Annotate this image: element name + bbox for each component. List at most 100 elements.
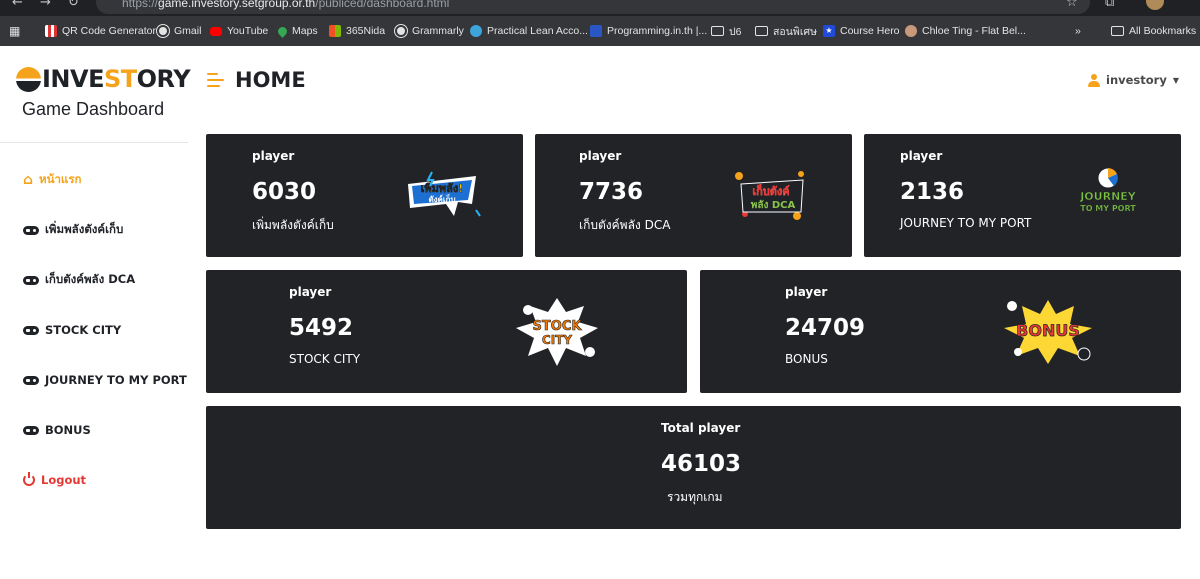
nida-icon	[329, 25, 341, 37]
total-count: 46103	[661, 451, 742, 477]
total-caption: รวมทุกเกม	[667, 490, 723, 504]
stat-card-journey: player 2136 JOURNEY TO MY PORT JOURNEY T…	[864, 134, 1181, 257]
stat-card-game2: player 7736 เก็บตังค์พลัง DCA เก็บตังค์ …	[535, 134, 852, 257]
gamepad-icon	[23, 375, 39, 385]
youtube-icon	[210, 26, 222, 36]
lean-icon	[470, 25, 482, 37]
card-game-name: BONUS	[785, 352, 828, 366]
apps-icon[interactable]: ▦	[9, 16, 20, 46]
reload-icon[interactable]: ↻	[68, 0, 79, 10]
card-game-name: เก็บตังค์พลัง DCA	[579, 218, 671, 232]
page-title: HOME	[235, 68, 306, 92]
home-icon: ⌂	[23, 172, 34, 188]
svg-text:TO MY PORT: TO MY PORT	[1080, 204, 1136, 213]
total-label: Total player	[661, 421, 741, 435]
programming-icon	[590, 25, 602, 37]
folder-icon	[711, 26, 724, 36]
card-count: 5492	[289, 315, 354, 341]
bookmark-gmail[interactable]: Gmail	[157, 16, 201, 46]
card-label: player	[579, 149, 622, 163]
globe-icon	[395, 25, 407, 37]
power-icon	[23, 472, 35, 486]
svg-text:JOURNEY: JOURNEY	[1079, 190, 1137, 203]
card-label: player	[252, 149, 295, 163]
stat-card-game1: player 6030 เพิ่มพลังตังค์เก็บ เพิ่มพลัง…	[206, 134, 523, 257]
logo-mark-icon	[16, 67, 41, 92]
bookmark-course-hero[interactable]: ★ Course Hero	[823, 16, 900, 46]
sidebar-item-game2[interactable]: เก็บตังค์พลัง DCA	[23, 270, 135, 290]
bookmark-maps[interactable]: Maps	[276, 16, 318, 46]
profile-avatar[interactable]	[1146, 0, 1164, 10]
gamepad-icon	[23, 325, 39, 335]
address-url[interactable]: https://game.investory.setgroup.or.th/pu…	[122, 0, 449, 10]
sidebar-item-home[interactable]: ⌂ หน้าแรก	[23, 170, 81, 190]
game-badge-icon: เก็บตังค์ พลัง DCA	[731, 166, 811, 226]
total-player-card: Total player 46103 รวมทุกเกม	[206, 406, 1181, 529]
browser-toolbar: ← → ↻ https://game.investory.setgroup.or…	[0, 0, 1200, 16]
svg-text:CITY: CITY	[542, 333, 572, 347]
bookmarks-overflow-icon[interactable]: »	[1075, 16, 1081, 46]
menu-toggle-icon[interactable]	[207, 73, 224, 88]
sidebar-item-game1[interactable]: เพิ่มพลังตังค์เก็บ	[23, 220, 123, 240]
card-label: player	[900, 149, 943, 163]
maps-icon	[276, 24, 289, 38]
sidebar-divider	[0, 142, 188, 143]
bookmark-chloe-ting[interactable]: Chloe Ting - Flat Bel...	[905, 16, 1026, 46]
bookmark-programming[interactable]: Programming.in.th |...	[590, 16, 707, 46]
svg-text:STOCK: STOCK	[533, 319, 583, 334]
bookmark-star-icon[interactable]: ☆	[1066, 0, 1078, 10]
card-game-name: JOURNEY TO MY PORT	[900, 216, 1032, 230]
all-bookmarks-button[interactable]: All Bookmarks	[1111, 16, 1196, 46]
gamepad-icon	[23, 425, 39, 435]
gamepad-icon	[23, 225, 39, 235]
card-count: 2136	[900, 179, 965, 205]
sidebar: INVESTORY Game Dashboard ⌂ หน้าแรก เพิ่ม…	[0, 46, 191, 579]
game-badge-icon: JOURNEY TO MY PORT	[1068, 166, 1148, 222]
user-icon	[1088, 73, 1100, 87]
username: investory	[1106, 73, 1167, 87]
stat-card-bonus: player 24709 BONUS BONUS	[700, 270, 1181, 393]
sidebar-item-bonus[interactable]: BONUS	[23, 420, 91, 440]
bookmark-practical-lean[interactable]: Practical Lean Acco...	[470, 16, 588, 46]
svg-text:BONUS: BONUS	[1016, 321, 1080, 340]
card-game-name: เพิ่มพลังตังค์เก็บ	[252, 218, 334, 232]
card-count: 6030	[252, 179, 317, 205]
svg-text:เพิ่มพลัง!: เพิ่มพลัง!	[421, 180, 464, 195]
bookmark-qr-code-generator[interactable]: QR Code Generator	[45, 16, 156, 46]
globe-icon	[157, 25, 169, 37]
card-label: player	[785, 285, 828, 299]
svg-text:พลัง DCA: พลัง DCA	[751, 199, 796, 211]
gamepad-icon	[23, 275, 39, 285]
card-game-name: STOCK CITY	[289, 352, 361, 366]
forward-icon[interactable]: →	[40, 0, 51, 10]
qr-icon	[45, 25, 57, 37]
svg-text:เก็บตังค์: เก็บตังค์	[752, 184, 789, 198]
user-menu[interactable]: investory ▼	[1088, 73, 1179, 87]
svg-text:ตังค์เก็บ: ตังค์เก็บ	[428, 193, 455, 204]
chloe-icon	[905, 25, 917, 37]
course-hero-icon: ★	[823, 25, 835, 37]
sidebar-item-journey[interactable]: JOURNEY TO MY PORT	[23, 370, 187, 390]
investory-logo[interactable]: INVESTORY	[16, 67, 191, 92]
bookmark-folder-tutoring[interactable]: สอนพิเศษ	[755, 16, 817, 46]
folder-icon	[1111, 26, 1124, 36]
bookmark-folder-p6[interactable]: ป6	[711, 16, 742, 46]
bookmarks-bar: ▦ QR Code Generator Gmail YouTube Maps 3…	[0, 16, 1200, 46]
bookmark-365nida[interactable]: 365Nida	[329, 16, 385, 46]
card-count: 24709	[785, 315, 866, 341]
logout-button[interactable]: Logout	[23, 470, 86, 490]
chevron-down-icon: ▼	[1172, 75, 1179, 85]
bookmark-grammarly[interactable]: Grammarly	[395, 16, 464, 46]
extensions-icon[interactable]: ⧉	[1105, 0, 1114, 10]
bookmark-youtube[interactable]: YouTube	[210, 16, 268, 46]
folder-icon	[755, 26, 768, 36]
game-badge-icon: STOCK CITY	[512, 296, 602, 368]
card-count: 7736	[579, 179, 644, 205]
sidebar-item-stock-city[interactable]: STOCK CITY	[23, 320, 121, 340]
game-badge-icon: เพิ่มพลัง! ตังค์เก็บ	[402, 170, 482, 222]
game-badge-icon: BONUS	[1000, 296, 1096, 368]
card-label: player	[289, 285, 332, 299]
stat-card-stock-city: player 5492 STOCK CITY STOCK CITY	[206, 270, 687, 393]
back-icon[interactable]: ←	[12, 0, 23, 10]
app-subtitle: Game Dashboard	[22, 99, 165, 119]
